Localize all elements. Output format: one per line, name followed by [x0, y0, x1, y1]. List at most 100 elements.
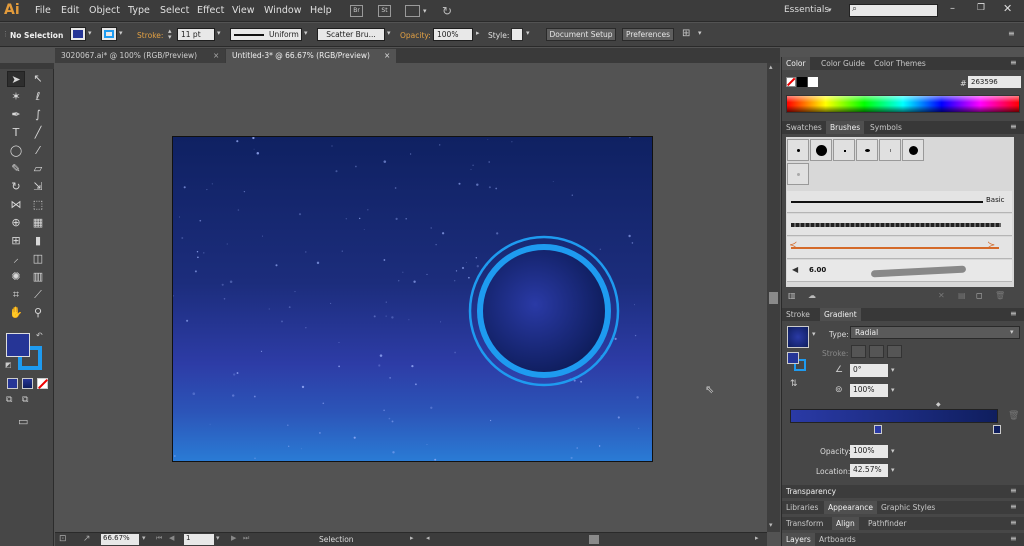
scale-tool-icon[interactable]: ⇲: [29, 179, 47, 195]
menu-view[interactable]: View: [232, 5, 255, 16]
scroll-down-icon[interactable]: ▾: [769, 521, 773, 529]
search-input[interactable]: ⌕: [849, 4, 938, 17]
draw-behind-icon[interactable]: ⧉: [22, 395, 28, 405]
menu-object[interactable]: Object: [89, 5, 120, 16]
tab-libraries[interactable]: Libraries: [782, 501, 822, 514]
artboard-tool-icon[interactable]: ⌗: [7, 287, 25, 303]
fill-color-swatch[interactable]: [6, 333, 30, 357]
chevron-down-icon[interactable]: ▾: [304, 29, 308, 37]
chevron-down-icon[interactable]: ▾: [216, 534, 220, 542]
previous-artboard-icon[interactable]: ◀: [169, 534, 174, 542]
brush-basic[interactable]: Basic: [787, 191, 1012, 213]
workspace-switcher[interactable]: Essentials: [784, 5, 829, 15]
arrange-icon[interactable]: ⊞: [682, 28, 690, 39]
opacity-label[interactable]: Opacity:: [400, 31, 431, 40]
delete-stop-icon[interactable]: 🗑: [1008, 411, 1019, 421]
swap-colors-icon[interactable]: ↶: [36, 331, 43, 340]
tab-appearance[interactable]: Appearance: [824, 501, 878, 514]
brush-charcoal[interactable]: [787, 214, 1012, 236]
chevron-down-icon[interactable]: ▾: [423, 7, 427, 15]
pen-tool-icon[interactable]: ✒: [7, 107, 25, 123]
first-artboard-icon[interactable]: ⏮: [156, 534, 162, 543]
chevron-down-icon[interactable]: ▾: [698, 29, 702, 37]
shape-builder-tool-icon[interactable]: ⊕: [7, 215, 25, 231]
stroke-weight-input[interactable]: 11 pt: [177, 28, 215, 41]
stepper-icon[interactable]: ▴ ▾: [168, 28, 172, 41]
radial-gradient-circle[interactable]: [477, 244, 611, 378]
menu-edit[interactable]: Edit: [61, 5, 79, 16]
brush-calligraphic-7[interactable]: [787, 163, 809, 185]
none-swatch[interactable]: [786, 77, 796, 87]
horizontal-scroll-thumb[interactable]: [589, 535, 599, 544]
chevron-down-icon[interactable]: ▾: [119, 29, 123, 37]
rotate-tool-icon[interactable]: ↻: [7, 179, 25, 195]
tab-transform[interactable]: Transform: [782, 517, 827, 530]
perspective-grid-tool-icon[interactable]: ▦: [29, 215, 47, 231]
pencil-tool-icon[interactable]: ✎: [7, 161, 25, 177]
midpoint-diamond-icon[interactable]: ◆: [936, 401, 941, 408]
tab-pathfinder[interactable]: Pathfinder: [864, 517, 910, 530]
panel-menu-icon[interactable]: ≡: [1008, 29, 1015, 38]
panel-menu-icon[interactable]: ≡: [1010, 309, 1017, 318]
blend-tool-icon[interactable]: ◫: [29, 251, 47, 267]
maximize-icon[interactable]: ❐: [977, 3, 985, 13]
stock-icon[interactable]: St: [378, 5, 391, 17]
zoom-tool-icon[interactable]: ⚲: [29, 305, 47, 321]
brush-art-6pt[interactable]: ◀ 6.00: [787, 260, 1012, 282]
hand-tool-icon[interactable]: ✋: [7, 305, 25, 321]
preferences-button[interactable]: Preferences: [622, 28, 674, 41]
drawing-mode-icon[interactable]: ⧉: [6, 395, 12, 405]
gradient-preview-swatch[interactable]: [787, 326, 809, 348]
magic-wand-tool-icon[interactable]: ✶: [7, 89, 25, 105]
fill-swatch[interactable]: [70, 27, 86, 41]
panel-menu-icon[interactable]: ≡: [1010, 518, 1017, 527]
color-mode-icon[interactable]: [7, 378, 18, 389]
type-tool-icon[interactable]: T: [7, 125, 25, 141]
status-menu-icon[interactable]: ▸: [410, 534, 414, 542]
tab-artboards[interactable]: Artboards: [815, 533, 860, 546]
chevron-down-icon[interactable]: ▾: [812, 330, 816, 338]
tab-graphic-styles[interactable]: Graphic Styles: [877, 501, 939, 514]
tab-color-guide[interactable]: Color Guide: [817, 57, 869, 70]
stroke-swatch[interactable]: [101, 27, 117, 41]
chevron-down-icon[interactable]: ▾: [891, 447, 895, 455]
chevron-down-icon[interactable]: ▾: [891, 386, 895, 394]
gradient-tool-icon[interactable]: ▮: [29, 233, 47, 249]
options-icon[interactable]: ▤: [958, 291, 966, 300]
close-icon[interactable]: ✕: [1003, 2, 1012, 15]
gpu-performance-icon[interactable]: ↻: [442, 4, 452, 18]
tab-layers[interactable]: Layers: [782, 533, 815, 546]
new-brush-icon[interactable]: ◻: [976, 291, 983, 300]
mesh-tool-icon[interactable]: ⊞: [7, 233, 25, 249]
close-icon[interactable]: ×: [384, 49, 390, 62]
stroke-across-icon[interactable]: [887, 345, 902, 358]
menu-file[interactable]: File: [35, 5, 51, 16]
line-tool-icon[interactable]: ╱: [29, 125, 47, 141]
brush-calligraphic-1[interactable]: [787, 139, 809, 161]
ellipse-tool-icon[interactable]: ◯: [7, 143, 25, 159]
scroll-left-icon[interactable]: ◂: [426, 534, 430, 542]
chevron-down-icon[interactable]: ▾: [217, 29, 221, 37]
opacity-input[interactable]: 100%: [433, 28, 473, 41]
menu-window[interactable]: Window: [264, 5, 301, 16]
zoom-input[interactable]: 66.67%: [101, 534, 139, 545]
eraser-tool-icon[interactable]: ▱: [29, 161, 47, 177]
tab-color-themes[interactable]: Color Themes: [870, 57, 930, 70]
default-colors-icon[interactable]: ◩: [5, 361, 12, 369]
bridge-icon[interactable]: Br: [350, 5, 363, 17]
minimize-icon[interactable]: –: [950, 3, 955, 14]
reverse-gradient-icon[interactable]: ⇅: [790, 379, 798, 389]
width-tool-icon[interactable]: ⋈: [7, 197, 25, 213]
menu-effect[interactable]: Effect: [197, 5, 224, 16]
tab-align[interactable]: Align: [832, 517, 859, 530]
gradient-stop-end[interactable]: [993, 425, 1001, 434]
chevron-down-icon[interactable]: ▾: [891, 466, 895, 474]
black-swatch[interactable]: [797, 77, 807, 87]
eyedropper-tool-icon[interactable]: ⸝: [7, 251, 25, 267]
chevron-down-icon[interactable]: ▾: [828, 6, 832, 14]
gradient-type-select[interactable]: Radial: [850, 326, 1020, 339]
chevron-down-icon[interactable]: ▾: [88, 29, 92, 37]
scroll-up-icon[interactable]: ▴: [769, 63, 773, 71]
remove-stroke-icon[interactable]: ✕: [938, 291, 945, 300]
menu-type[interactable]: Type: [128, 5, 150, 16]
